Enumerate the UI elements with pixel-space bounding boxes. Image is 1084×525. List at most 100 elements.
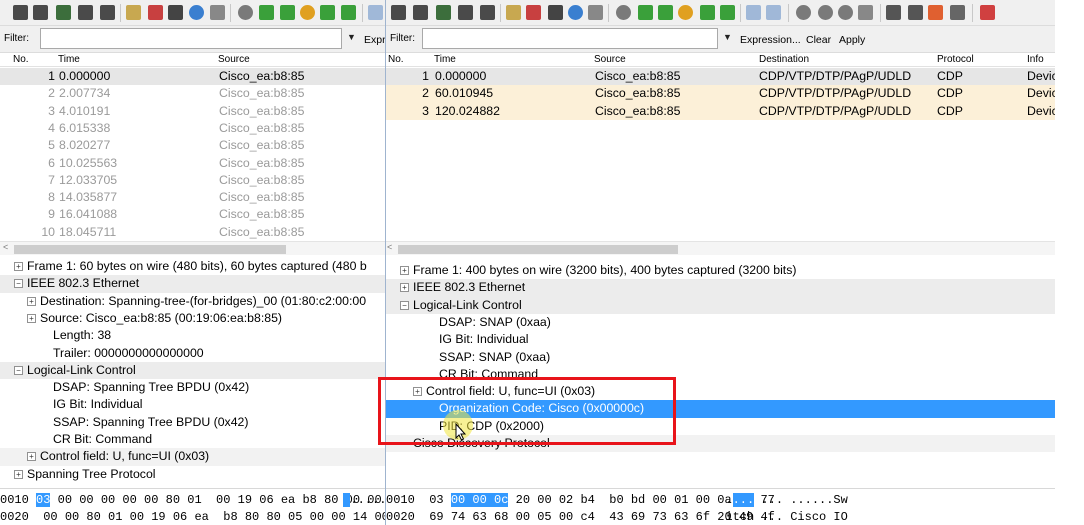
preferences-icon[interactable] <box>950 5 965 20</box>
save-file-icon[interactable] <box>148 5 163 20</box>
capture-options-icon[interactable] <box>33 5 48 20</box>
packet-row[interactable]: 1 0.000000 Cisco_ea:b8:85 <box>0 68 385 86</box>
zoom-in-icon[interactable] <box>796 5 811 20</box>
interface-list-icon[interactable] <box>13 5 28 20</box>
stop-capture-icon[interactable] <box>78 5 93 20</box>
column-header-time[interactable]: Time <box>58 54 80 65</box>
open-file-icon[interactable] <box>126 5 141 20</box>
packet-row[interactable]: 6 10.025563 Cisco_ea:b8:85 <box>0 155 385 172</box>
packet-row[interactable]: 2 2.007734 Cisco_ea:b8:85 <box>0 85 385 102</box>
interface-list-icon[interactable] <box>391 5 406 20</box>
packet-list-horizontal-scrollbar[interactable]: < <box>386 241 1055 255</box>
scroll-left-arrow-icon[interactable]: < <box>3 242 8 252</box>
expression-button[interactable]: Expression... <box>740 34 801 46</box>
tree-item[interactable]: + Control field: U, func=UI (0x03) <box>0 448 385 466</box>
restart-capture-icon[interactable] <box>100 5 115 20</box>
find-packet-icon[interactable] <box>616 5 631 20</box>
go-to-last-icon[interactable] <box>720 5 735 20</box>
hex-row[interactable]: 0010 03 00 00 0c 20 00 02 b4 b0 bd 00 01… <box>386 492 848 509</box>
display-filter-input[interactable] <box>40 28 342 49</box>
close-file-icon[interactable] <box>548 5 563 20</box>
help-icon[interactable] <box>980 5 995 20</box>
scrollbar-thumb[interactable] <box>398 245 678 254</box>
hex-row[interactable]: 0010 03 00 00 00 00 00 80 01 00 19 06 ea… <box>0 492 385 509</box>
clear-filter-button[interactable]: Clear <box>806 34 831 46</box>
tree-item[interactable]: − IEEE 802.3 Ethernet <box>0 275 385 293</box>
packet-list-horizontal-scrollbar[interactable]: < <box>0 241 385 255</box>
apply-filter-button[interactable]: Apply <box>839 34 865 46</box>
expand-icon[interactable]: + <box>14 469 23 479</box>
start-capture-icon[interactable] <box>56 5 71 20</box>
tree-item[interactable]: SSAP: SNAP (0xaa) <box>386 349 1055 366</box>
tree-item[interactable]: DSAP: SNAP (0xaa) <box>386 314 1055 331</box>
column-header-protocol[interactable]: Protocol <box>937 54 974 65</box>
go-back-icon[interactable] <box>638 5 653 20</box>
filter-dropdown-arrow-icon[interactable]: ▼ <box>723 32 732 42</box>
collapse-icon[interactable]: − <box>14 279 23 289</box>
resize-columns-icon[interactable] <box>858 5 873 20</box>
display-filters-icon[interactable] <box>908 5 923 20</box>
collapse-icon[interactable]: − <box>400 300 409 310</box>
scrollbar-thumb[interactable] <box>14 245 286 254</box>
tree-item[interactable]: + IEEE 802.3 Ethernet <box>386 279 1055 297</box>
tree-item[interactable]: IG Bit: Individual <box>0 396 385 413</box>
save-file-icon[interactable] <box>526 5 541 20</box>
scroll-left-arrow-icon[interactable]: < <box>387 242 392 252</box>
expand-icon[interactable]: + <box>14 262 23 271</box>
column-header-source[interactable]: Source <box>594 54 626 65</box>
column-header-info[interactable]: Info <box>1027 54 1044 65</box>
close-file-icon[interactable] <box>168 5 183 20</box>
packet-row[interactable]: 9 16.041088 Cisco_ea:b8:85 <box>0 206 385 223</box>
expand-icon[interactable]: + <box>400 283 409 293</box>
reload-icon[interactable] <box>568 5 583 20</box>
tree-item[interactable]: − Logical-Link Control <box>0 361 385 380</box>
print-icon[interactable] <box>588 5 603 20</box>
colorize-icon[interactable] <box>368 5 383 20</box>
go-to-last-icon[interactable] <box>341 5 356 20</box>
collapse-icon[interactable]: − <box>14 365 23 375</box>
tree-item[interactable]: DSAP: Spanning Tree BPDU (0x42) <box>0 379 385 396</box>
normal-size-icon[interactable] <box>838 5 853 20</box>
packet-row[interactable]: 8 14.035877 Cisco_ea:b8:85 <box>0 189 385 206</box>
coloring-rules-icon[interactable] <box>928 5 943 20</box>
go-to-first-icon[interactable] <box>320 5 335 20</box>
column-header-no[interactable]: No. <box>13 54 29 65</box>
start-capture-icon[interactable] <box>436 5 451 20</box>
tree-item[interactable]: − Logical-Link Control <box>386 296 1055 314</box>
capture-options-icon[interactable] <box>413 5 428 20</box>
colorize-icon[interactable] <box>746 5 761 20</box>
column-header-no[interactable]: No. <box>388 54 404 65</box>
expand-icon[interactable]: + <box>27 296 36 306</box>
column-header-time[interactable]: Time <box>434 54 456 65</box>
hex-row[interactable]: 0020 00 00 80 01 00 19 06 ea b8 80 80 05… <box>0 509 385 525</box>
packet-row[interactable]: 1 0.000000 Cisco_ea:b8:85 CDP/VTP/DTP/PAgP/… <box>386 68 1055 86</box>
tree-item[interactable]: CR Bit: Command <box>0 431 385 448</box>
packet-row[interactable]: 10 18.045711 Cisco_ea:b8:85 <box>0 224 385 241</box>
display-filter-input[interactable] <box>422 28 718 49</box>
tree-item[interactable]: Length: 38 <box>0 327 385 344</box>
expand-icon[interactable]: + <box>27 452 36 462</box>
tree-item[interactable]: IG Bit: Individual <box>386 331 1055 348</box>
go-to-packet-icon[interactable] <box>678 5 693 20</box>
expand-icon[interactable]: + <box>27 313 36 323</box>
column-header-destination[interactable]: Destination <box>759 54 809 65</box>
packet-row[interactable]: 3 120.024882 Cisco_ea:b8:85 CDP/VTP/DTP/PAg… <box>386 102 1055 120</box>
go-to-first-icon[interactable] <box>700 5 715 20</box>
stop-capture-icon[interactable] <box>458 5 473 20</box>
hex-row[interactable]: 0020 69 74 63 68 00 05 00 c4 43 69 73 63… <box>386 509 848 525</box>
tree-item[interactable]: + Destination: Spanning-tree-(for-bridges… <box>0 293 385 310</box>
zoom-out-icon[interactable] <box>818 5 833 20</box>
tree-item[interactable]: Trailer: 0000000000000000 <box>0 345 385 362</box>
open-file-icon[interactable] <box>506 5 521 20</box>
tree-item[interactable]: + Frame 1: 400 bytes on wire (3200 bits),… <box>386 262 1055 279</box>
expand-icon[interactable]: + <box>400 266 409 275</box>
packet-row[interactable]: 3 4.010191 Cisco_ea:b8:85 <box>0 103 385 120</box>
find-packet-icon[interactable] <box>238 5 253 20</box>
packet-row[interactable]: 5 8.020277 Cisco_ea:b8:85 <box>0 137 385 154</box>
tree-item[interactable]: + Source: Cisco_ea:b8:85 (00:19:06:ea:b8:… <box>0 310 385 327</box>
go-back-icon[interactable] <box>259 5 274 20</box>
capture-filters-icon[interactable] <box>886 5 901 20</box>
go-forward-icon[interactable] <box>280 5 295 20</box>
auto-scroll-icon[interactable] <box>766 5 781 20</box>
tree-item[interactable]: + Frame 1: 60 bytes on wire (480 bits), 6… <box>0 258 385 275</box>
